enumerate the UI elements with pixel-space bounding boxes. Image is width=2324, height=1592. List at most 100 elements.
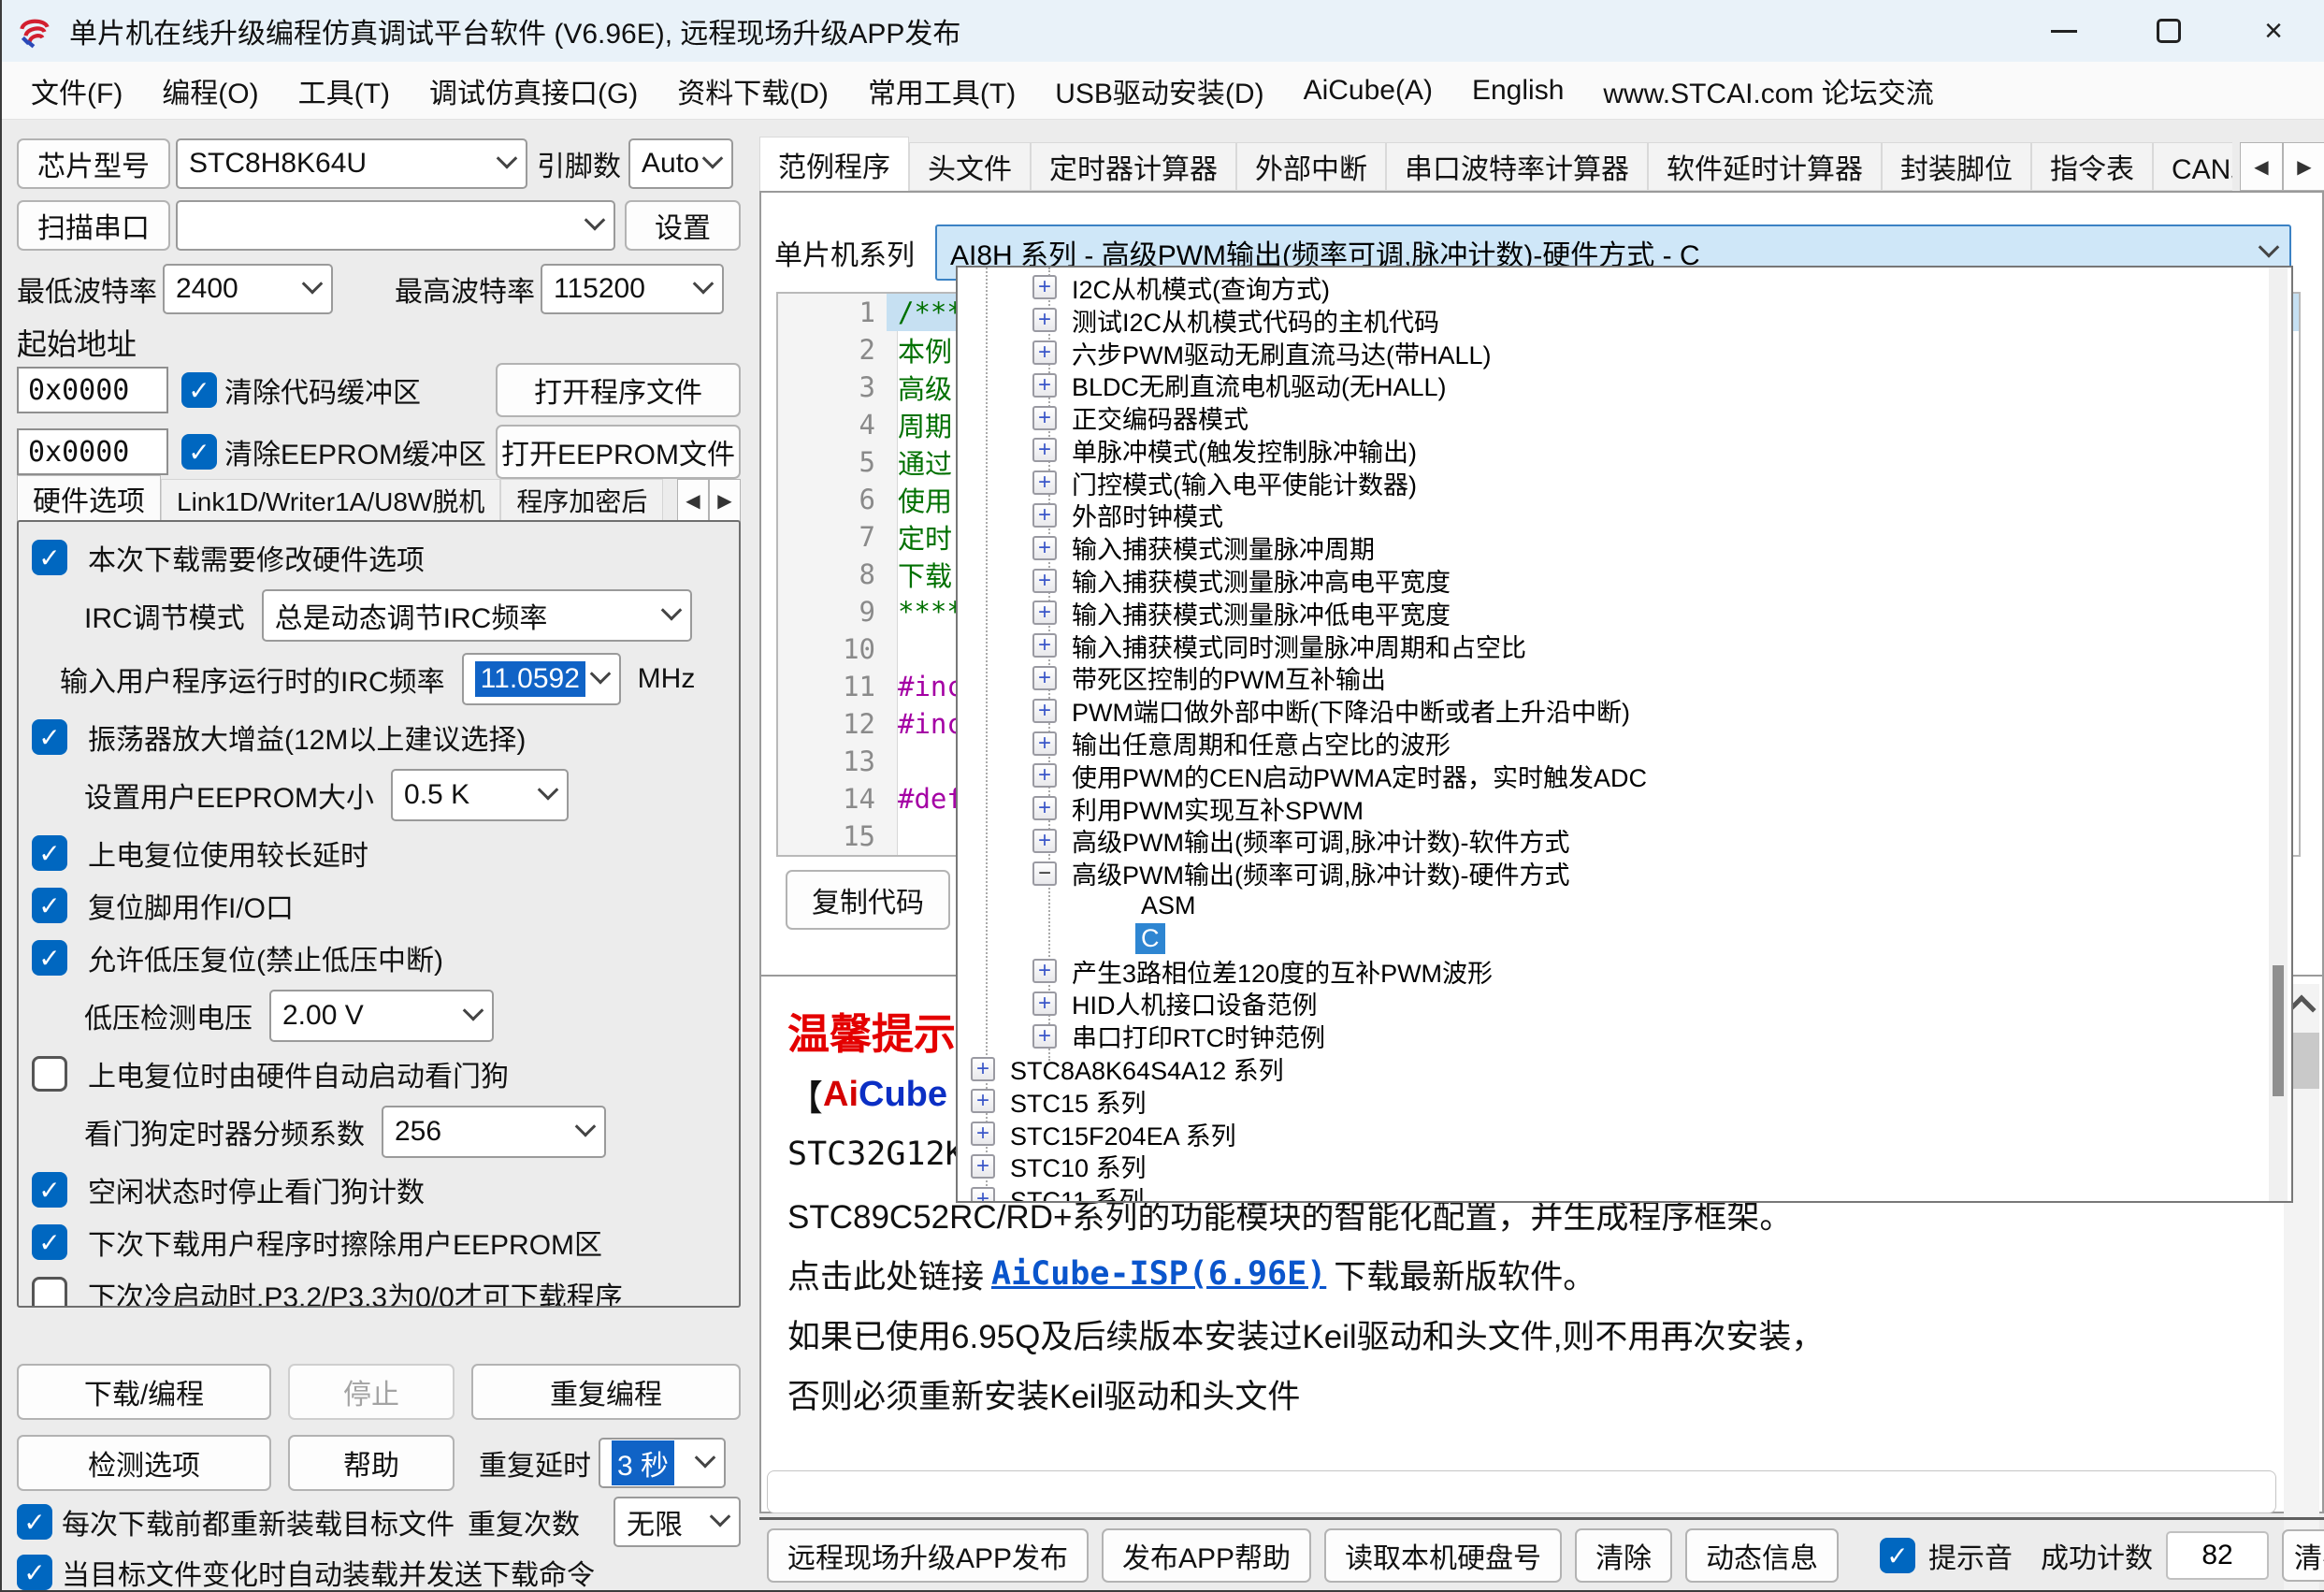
maximize-button[interactable] [2116, 0, 2221, 62]
close-button[interactable]: × [2221, 0, 2324, 62]
hw-option-checkbox[interactable] [32, 1224, 67, 1260]
hw-option-checkbox[interactable] [32, 1277, 67, 1308]
pin-count-select[interactable]: Auto [628, 138, 733, 189]
tree-item[interactable]: 门控模式(输入电平使能计数器) [958, 467, 2291, 499]
tree-item[interactable]: 外部时钟模式 [958, 499, 2291, 532]
tree-item[interactable]: STC10 系列 [958, 1151, 2291, 1183]
menu-item[interactable]: 常用工具(T) [848, 62, 1035, 119]
tree-item[interactable]: 输入捕获模式测量脉冲低电平宽度 [958, 597, 2291, 630]
dropdown-scrollbar-thumb[interactable] [2273, 965, 2284, 1096]
menu-item[interactable]: 工具(T) [279, 62, 410, 119]
open-eeprom-button[interactable]: 打开EEPROM文件 [496, 425, 741, 479]
tree-item[interactable]: STC15F204EA 系列 [958, 1118, 2291, 1151]
download-program-button[interactable]: 下载/编程 [17, 1364, 271, 1420]
tree-expand-icon[interactable] [1032, 829, 1057, 853]
hw-option-checkbox[interactable] [32, 540, 67, 575]
tree-expand-icon[interactable] [971, 1154, 995, 1179]
tree-expand-icon[interactable] [1032, 699, 1057, 723]
tree-item[interactable]: HID人机接口设备范例 [958, 988, 2291, 1020]
hw-option-checkbox[interactable] [32, 719, 67, 755]
left-tab[interactable]: 硬件选项 [17, 475, 161, 522]
check-options-button[interactable]: 检测选项 [17, 1435, 271, 1491]
hw-option-select[interactable]: 2.00 V [269, 990, 494, 1042]
tree-expand-icon[interactable] [1032, 601, 1057, 625]
bottom-action-button[interactable]: 读取本机硬盘号 [1324, 1528, 1562, 1583]
menu-item[interactable]: 文件(F) [11, 62, 142, 119]
bottom-action-button[interactable]: 发布APP帮助 [1102, 1528, 1311, 1583]
right-tab[interactable]: 封装脚位 [1882, 142, 2031, 191]
minimize-button[interactable] [2012, 0, 2116, 62]
bottom-action-button[interactable]: 动态信息 [1685, 1528, 1839, 1583]
right-tab[interactable]: 外部中断 [1236, 142, 1386, 191]
tree-expand-icon[interactable] [1032, 569, 1057, 593]
min-baud-select[interactable]: 2400 [163, 264, 333, 314]
menu-item[interactable]: English [1452, 62, 1583, 119]
help-button[interactable]: 帮助 [288, 1435, 455, 1491]
hw-option-checkbox[interactable] [32, 1056, 67, 1092]
tree-item[interactable]: C [958, 922, 2291, 955]
tree-item[interactable]: 利用PWM实现互补SPWM [958, 792, 2291, 825]
tree-item[interactable]: PWM端口做外部中断(下降沿中断或者上升沿中断) [958, 694, 2291, 727]
right-tab-scroll-right-button[interactable]: ▶ [2283, 142, 2324, 191]
tree-item[interactable]: 测试I2C从机模式代码的主机代码 [958, 304, 2291, 337]
tree-item[interactable]: 输入捕获模式测量脉冲周期 [958, 531, 2291, 564]
tree-expand-icon[interactable] [1032, 536, 1057, 560]
beep-checkbox[interactable] [1880, 1538, 1915, 1573]
hw-option-select[interactable]: 256 [382, 1106, 606, 1158]
aicube-isp-link[interactable]: AiCube-ISP(6.96E) [991, 1255, 1326, 1293]
tree-expand-icon[interactable] [1032, 796, 1057, 820]
left-tab[interactable]: Link1D/Writer1A/U8W脱机 [161, 479, 500, 522]
tree-expand-icon[interactable] [1032, 959, 1057, 983]
tree-expand-icon[interactable] [1032, 373, 1057, 398]
right-tab[interactable]: 软件延时计算器 [1648, 142, 1882, 191]
clear-code-checkbox[interactable] [181, 372, 217, 408]
menu-item[interactable]: 资料下载(D) [657, 62, 848, 119]
tree-item[interactable]: 正交编码器模式 [958, 401, 2291, 434]
bottom-action-button[interactable]: 清除 [1575, 1528, 1672, 1583]
repeat-delay-select[interactable]: 3 秒 [599, 1438, 726, 1488]
menu-item[interactable]: www.STCAI.com 论坛交流 [1583, 62, 1953, 119]
tree-item[interactable]: STC11 系列 [958, 1182, 2291, 1203]
tree-expand-icon[interactable] [971, 1187, 995, 1203]
menu-item[interactable]: 编程(O) [142, 62, 278, 119]
tree-item[interactable]: 带死区控制的PWM互补输出 [958, 662, 2291, 695]
reload-target-checkbox[interactable] [17, 1504, 52, 1540]
tree-item[interactable]: STC8A8K64S4A12 系列 [958, 1052, 2291, 1085]
tree-item[interactable]: 六步PWM驱动无刷直流马达(带HALL) [958, 337, 2291, 369]
tree-expand-icon[interactable] [1032, 406, 1057, 430]
chip-model-button[interactable]: 芯片型号 [17, 138, 170, 189]
right-tab[interactable]: 范例程序 [759, 137, 909, 191]
tree-expand-icon[interactable] [1032, 731, 1057, 756]
tree-expand-icon[interactable] [1032, 763, 1057, 788]
max-baud-select[interactable]: 115200 [541, 264, 724, 314]
tree-expand-icon[interactable] [1032, 1024, 1057, 1049]
menu-item[interactable]: 调试仿真接口(G) [410, 62, 657, 119]
tab-scroll-left-button[interactable]: ◀ [677, 479, 709, 522]
tree-expand-icon[interactable] [1032, 861, 1057, 886]
tree-expand-icon[interactable] [971, 1089, 995, 1113]
left-tab[interactable]: 程序加密后 [500, 479, 663, 522]
tree-item[interactable]: 串口打印RTC时钟范例 [958, 1020, 2291, 1052]
copy-code-button[interactable]: 复制代码 [786, 870, 950, 930]
tree-expand-icon[interactable] [1032, 308, 1057, 332]
repeat-count-select[interactable]: 无限 [613, 1497, 741, 1547]
right-tab[interactable]: 指令表 [2031, 142, 2153, 191]
port-settings-button[interactable]: 设置 [625, 200, 741, 251]
tree-item[interactable]: 使用PWM的CEN启动PWMA定时器，实时触发ADC [958, 760, 2291, 792]
tree-item[interactable]: 高级PWM输出(频率可调,脉冲计数)-软件方式 [958, 825, 2291, 858]
tree-expand-icon[interactable] [1032, 503, 1057, 528]
tree-expand-icon[interactable] [1032, 991, 1057, 1016]
hw-option-select[interactable]: 11.0592 [462, 653, 621, 705]
hw-option-checkbox[interactable] [32, 1172, 67, 1208]
tree-item[interactable]: 单脉冲模式(触发控制脉冲输出) [958, 434, 2291, 467]
clear-count-button[interactable]: 清零 [2282, 1529, 2324, 1582]
menu-item[interactable]: AiCube(A) [1284, 62, 1452, 119]
tree-item[interactable]: 高级PWM输出(频率可调,脉冲计数)-硬件方式 [958, 857, 2291, 890]
scan-port-button[interactable]: 扫描串口 [17, 200, 170, 251]
tree-expand-icon[interactable] [1032, 633, 1057, 658]
bottom-action-button[interactable]: 远程现场升级APP发布 [767, 1528, 1089, 1583]
hw-option-checkbox[interactable] [32, 940, 67, 976]
eeprom-address-input[interactable]: 0x0000 [17, 428, 168, 475]
tree-item[interactable]: 输入捕获模式测量脉冲高电平宽度 [958, 564, 2291, 597]
hw-option-checkbox[interactable] [32, 835, 67, 871]
